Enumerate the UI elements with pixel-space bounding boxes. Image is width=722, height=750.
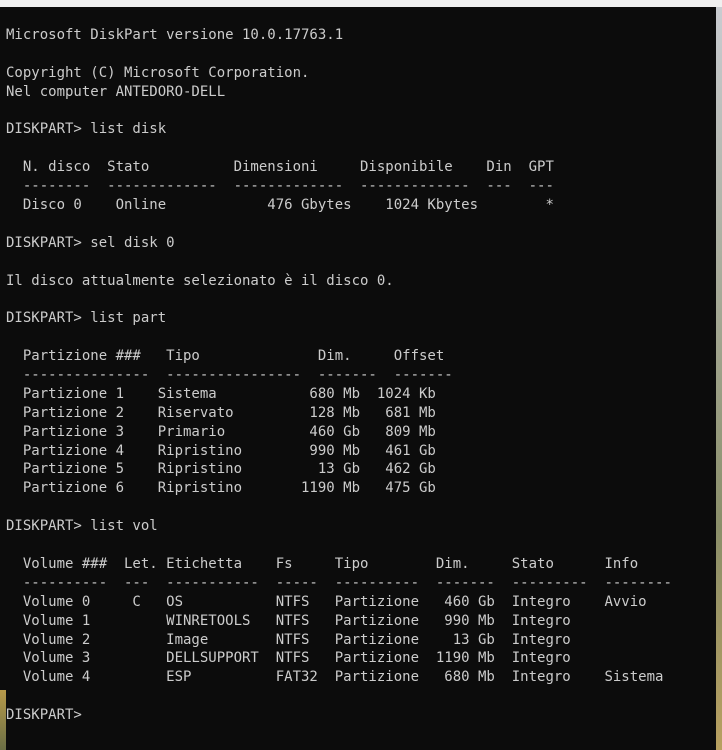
disk-table-header: N. disco Stato Dimensioni Disponibile Di… bbox=[6, 159, 554, 176]
partition-table-row: Partizione 2 Riservato 128 Mb 681 Mb bbox=[6, 404, 436, 421]
partition-table-row: Partizione 3 Primario 460 Gb 809 Mb bbox=[6, 423, 436, 440]
command-line-list-vol: DISKPART> list vol bbox=[6, 518, 158, 535]
command-line-list-part: DISKPART> list part bbox=[6, 310, 167, 327]
disk-table-row: Disco 0 Online 476 Gbytes 1024 Kbytes * bbox=[6, 197, 554, 214]
console-line: Copyright (C) Microsoft Corporation. bbox=[6, 64, 310, 81]
partition-table-row: Partizione 4 Ripristino 990 Mb 461 Gb bbox=[6, 442, 436, 459]
volume-table-row: Volume 0 C OS NTFS Partizione 460 Gb Int… bbox=[6, 593, 647, 610]
command-line-sel-disk: DISKPART> sel disk 0 bbox=[6, 234, 175, 251]
desktop-screen: Microsoft DiskPart versione 10.0.17763.1… bbox=[0, 0, 722, 750]
volume-table-row: Volume 4 ESP FAT32 Partizione 680 Mb Int… bbox=[6, 669, 664, 686]
volume-table-separator: ---------- --- ----------- ----- -------… bbox=[6, 574, 672, 591]
volume-table-row: Volume 1 WINRETOOLS NTFS Partizione 990 … bbox=[6, 612, 571, 629]
partition-table-row: Partizione 5 Ripristino 13 Gb 462 Gb bbox=[6, 461, 436, 478]
desktop-wallpaper-edge bbox=[716, 7, 722, 750]
command-prompt[interactable]: DISKPART> bbox=[6, 706, 716, 725]
volume-table-row: Volume 3 DELLSUPPORT NTFS Partizione 119… bbox=[6, 650, 571, 667]
partition-table-row: Partizione 6 Ripristino 1190 Mb 475 Gb bbox=[6, 480, 436, 497]
partition-table-row: Partizione 1 Sistema 680 Mb 1024 Kb bbox=[6, 385, 436, 402]
command-line-list-disk: DISKPART> list disk bbox=[6, 121, 167, 138]
partition-table-header: Partizione ### Tipo Dim. Offset bbox=[6, 348, 445, 365]
selection-message: Il disco attualmente selezionato è il di… bbox=[6, 272, 394, 289]
partition-table-separator: --------------- ---------------- -------… bbox=[6, 367, 453, 384]
console-line: Microsoft DiskPart versione 10.0.17763.1 bbox=[6, 27, 344, 43]
disk-table-separator: -------- ------------- ------------- ---… bbox=[6, 178, 554, 195]
volume-table-header: Volume ### Let. Etichetta Fs Tipo Dim. S… bbox=[6, 555, 639, 572]
console-output[interactable]: Microsoft DiskPart versione 10.0.17763.1… bbox=[6, 7, 716, 725]
console-window[interactable]: Microsoft DiskPart versione 10.0.17763.1… bbox=[6, 7, 716, 750]
console-line: Nel computer ANTEDORO-DELL bbox=[6, 83, 226, 100]
volume-table-row: Volume 2 Image NTFS Partizione 13 Gb Int… bbox=[6, 631, 571, 648]
window-top-border bbox=[0, 0, 722, 7]
